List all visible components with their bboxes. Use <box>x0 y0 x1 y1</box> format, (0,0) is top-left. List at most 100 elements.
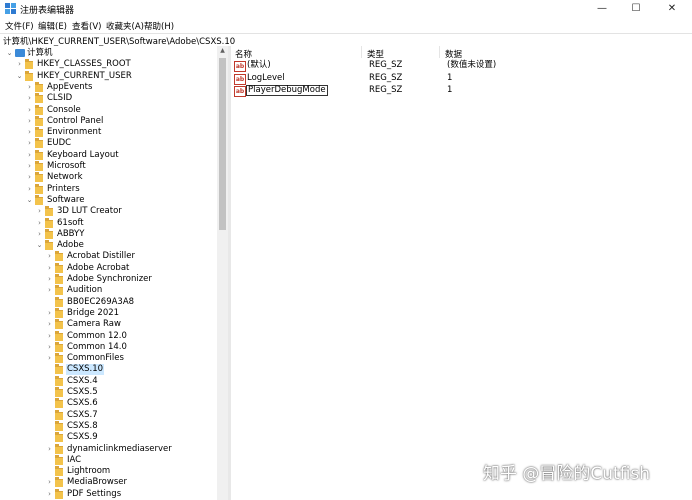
tree-item[interactable]: › AppEvents <box>0 81 217 93</box>
expand-arrow-icon[interactable]: › <box>25 116 34 127</box>
expand-arrow-icon[interactable]: › <box>45 274 54 285</box>
menu-file[interactable]: 文件(F) <box>5 20 34 32</box>
tree-item-label: Acrobat Distiller <box>67 251 135 262</box>
tree-item[interactable]: CSXS.6 <box>0 398 217 409</box>
value-row[interactable]: ab LogLevel REG_SZ 1 <box>234 73 689 85</box>
tree-item[interactable]: › CommonFiles <box>0 353 217 364</box>
expand-arrow-icon[interactable]: › <box>35 229 44 240</box>
tree-item[interactable]: › 3D LUT Creator <box>0 206 217 217</box>
tree-item[interactable]: › Console <box>0 104 217 116</box>
expand-arrow-icon[interactable]: › <box>45 342 54 353</box>
tree-item[interactable]: › Control Panel <box>0 115 217 127</box>
column-header-data[interactable]: 数据 <box>445 48 462 60</box>
expand-arrow-icon[interactable]: › <box>25 150 34 161</box>
column-divider[interactable] <box>361 46 362 58</box>
expand-arrow-icon[interactable]: › <box>45 353 54 364</box>
expand-arrow-icon[interactable]: › <box>45 319 54 330</box>
tree-item[interactable]: › ABBYY <box>0 228 217 240</box>
tree-item[interactable]: › 61soft <box>0 217 217 229</box>
scrollbar-thumb[interactable] <box>219 58 226 230</box>
maximize-button[interactable]: ☐ <box>620 0 652 18</box>
expand-arrow-icon[interactable]: › <box>45 263 54 274</box>
tree-item[interactable]: › MediaBrowser <box>0 477 217 488</box>
menu-help[interactable]: 帮助(H) <box>144 20 174 32</box>
tree-item[interactable]: CSXS.4 <box>0 375 217 387</box>
tree-item[interactable]: › EUDC <box>0 138 217 149</box>
expand-arrow-icon[interactable]: › <box>45 251 54 262</box>
menu-edit[interactable]: 编辑(E) <box>38 20 67 32</box>
expand-arrow-icon[interactable]: › <box>25 127 34 138</box>
collapse-arrow-icon[interactable]: ⌄ <box>25 195 34 206</box>
tree-item[interactable]: › Common 14.0 <box>0 341 217 353</box>
expand-arrow-icon[interactable]: › <box>25 93 34 104</box>
expand-arrow-icon[interactable]: › <box>25 172 34 183</box>
folder-icon <box>55 274 63 284</box>
tree-item[interactable]: › Environment <box>0 127 217 138</box>
tree-item[interactable]: › Keyboard Layout <box>0 149 217 161</box>
value-row[interactable]: ab PlayerDebugMode REG_SZ 1 <box>234 85 689 97</box>
menu-bar: 文件(F) 编辑(E) 查看(V) 收藏夹(A) 帮助(H) <box>0 18 692 33</box>
expand-arrow-icon[interactable]: › <box>45 477 54 488</box>
collapse-arrow-icon[interactable]: ⌄ <box>15 71 24 82</box>
menu-favorites[interactable]: 收藏夹(A) <box>106 20 144 32</box>
tree-item[interactable]: › Audition <box>0 285 217 296</box>
expand-arrow-icon[interactable]: › <box>25 82 34 93</box>
tree-item[interactable]: › Common 12.0 <box>0 330 217 342</box>
tree-item[interactable]: › Camera Raw <box>0 319 217 330</box>
tree-item[interactable]: Lightroom <box>0 466 217 477</box>
tree-item[interactable]: › Microsoft <box>0 161 217 172</box>
tree-item[interactable]: ⌄ HKEY_CURRENT_USER <box>0 70 217 82</box>
expand-arrow-icon[interactable]: › <box>25 105 34 116</box>
tree-item[interactable]: › PDF Settings <box>0 488 217 500</box>
folder-icon <box>35 93 43 104</box>
menu-view[interactable]: 查看(V) <box>72 20 101 32</box>
tree-scrollbar[interactable]: ▲ <box>217 46 228 500</box>
scroll-up-arrow-icon[interactable]: ▲ <box>217 46 228 56</box>
expand-arrow-icon[interactable]: › <box>25 161 34 172</box>
tree-item[interactable]: CSXS.8 <box>0 420 217 432</box>
collapse-arrow-icon[interactable]: ⌄ <box>35 240 44 251</box>
expand-arrow-icon[interactable]: › <box>35 218 44 229</box>
tree-item[interactable]: › Adobe Synchronizer <box>0 274 217 285</box>
column-header-name[interactable]: 名称 <box>235 48 252 60</box>
expand-arrow-icon[interactable]: › <box>45 444 54 455</box>
expand-arrow-icon[interactable]: › <box>45 489 54 500</box>
tree-item[interactable]: › Bridge 2021 <box>0 307 217 319</box>
expand-arrow-icon[interactable]: › <box>45 308 54 319</box>
value-type: REG_SZ <box>369 85 403 95</box>
tree-item[interactable]: CSXS.9 <box>0 432 217 443</box>
folder-icon <box>55 443 63 454</box>
close-button[interactable]: ✕ <box>656 0 688 18</box>
tree-item[interactable]: ⌄ Adobe <box>0 240 217 251</box>
folder-icon <box>35 172 43 183</box>
tree-item[interactable]: › dynamiclinkmediaserver <box>0 443 217 455</box>
tree-item[interactable]: CSXS.5 <box>0 387 217 398</box>
tree-item[interactable]: › HKEY_CLASSES_ROOT <box>0 59 217 70</box>
tree-item[interactable]: ⌄ Software <box>0 194 217 206</box>
tree-item[interactable]: ⌄ 计算机 <box>0 48 217 59</box>
expand-arrow-icon[interactable]: › <box>45 285 54 296</box>
column-divider[interactable] <box>439 46 440 58</box>
expand-arrow-icon[interactable]: › <box>25 184 34 195</box>
value-row[interactable]: ab (默认) REG_SZ (数值未设置) <box>234 60 689 72</box>
tree-item[interactable]: › Network <box>0 172 217 183</box>
tree-item[interactable]: BB0EC269A3A8 <box>0 296 217 308</box>
tree-item-label: Audition <box>67 285 103 296</box>
tree-item[interactable]: IAC <box>0 454 217 466</box>
tree-item[interactable]: CSXS.7 <box>0 409 217 421</box>
minimize-button[interactable]: — <box>586 0 618 18</box>
tree-item[interactable]: › Printers <box>0 183 217 195</box>
collapse-arrow-icon[interactable]: ⌄ <box>5 48 14 59</box>
column-header-type[interactable]: 类型 <box>367 48 384 60</box>
expand-arrow-icon[interactable]: › <box>45 331 54 342</box>
tree-item-label: Environment <box>47 127 102 138</box>
folder-icon <box>55 454 63 465</box>
tree-item[interactable]: › CLSID <box>0 93 217 104</box>
expand-arrow-icon[interactable]: › <box>35 206 44 217</box>
expand-arrow-icon[interactable]: › <box>15 59 24 70</box>
expand-arrow-icon[interactable]: › <box>25 138 34 149</box>
tree-item[interactable]: › Acrobat Distiller <box>0 251 217 262</box>
folder-icon <box>35 115 43 126</box>
tree-item[interactable]: CSXS.10 <box>0 364 217 376</box>
tree-item[interactable]: › Adobe Acrobat <box>0 262 217 274</box>
